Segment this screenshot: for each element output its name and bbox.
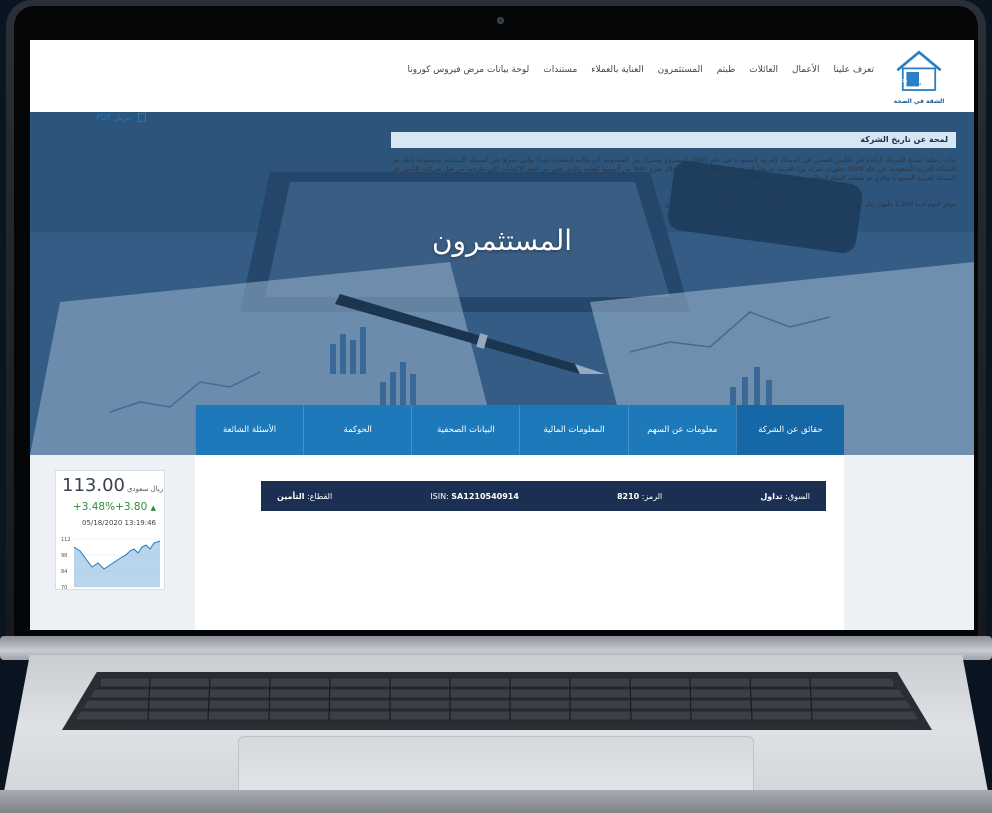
symbol-value: 8210	[616, 491, 640, 501]
tab-share-info[interactable]: معلومات عن السهم	[627, 405, 736, 455]
price-timestamp: 05/18/2020 13:19:46	[81, 519, 156, 527]
svg-text:Bupa: Bupa	[893, 78, 907, 84]
stock-price: ريال سعودي113.00	[62, 475, 163, 496]
tab-company-facts[interactable]: حقائق عن الشركة	[735, 405, 844, 455]
symbol-field: الرمز: 8210	[617, 492, 662, 501]
laptop-front-edge	[0, 790, 992, 813]
price-sparkline-chart: 112 98 84 70	[61, 537, 160, 589]
market-value: تداول	[760, 491, 783, 501]
market-label: السوق:	[785, 491, 810, 501]
house-logo-icon: Bupa بوبا	[893, 50, 942, 91]
up-arrow-icon: ▲	[150, 504, 156, 512]
keyboard-keys	[70, 676, 924, 728]
sector-value: التأمين	[277, 491, 305, 501]
main-nav: تعرف علينا الأعمال العائلات طبتم المستثم…	[408, 65, 874, 75]
brand-logo[interactable]: Bupa بوبا الشقة في الصحة	[892, 46, 946, 106]
stock-info-bar: السوق: تداول الرمز: 8210 ISIN: SA1210540…	[261, 481, 826, 511]
history-paragraph: بدأت رحلتنا لنصبح الشركة الرائدة في التأ…	[391, 157, 957, 182]
laptop-screen: Bupa بوبا الشقة في الصحة تعرف علينا الأع…	[30, 40, 974, 630]
nav-item-investors[interactable]: المستثمرون	[658, 65, 703, 75]
currency-label: ريال سعودي	[126, 485, 164, 493]
pdf-icon	[138, 113, 147, 122]
nav-item-families[interactable]: العائلات	[749, 65, 778, 75]
y-tick-70: 70	[61, 585, 67, 589]
nav-item-business[interactable]: الأعمال	[792, 65, 820, 75]
webcam	[497, 17, 504, 24]
tab-faq[interactable]: الأسئلة الشائعة	[194, 405, 303, 455]
y-tick-112: 112	[61, 537, 71, 543]
svg-text:بوبا: بوبا	[913, 80, 922, 87]
tab-press-releases[interactable]: البيانات الصحفية	[411, 405, 519, 455]
download-pdf-link[interactable]: تنزيل PDF	[96, 113, 147, 122]
stock-price-widget[interactable]: ريال سعودي113.00 +3.48%+3.80 ▲ 05/18/202…	[55, 470, 165, 590]
tab-governance[interactable]: الحوكمة	[303, 405, 411, 455]
nav-item-wellness[interactable]: طبتم	[717, 65, 736, 75]
symbol-label: الرمز:	[641, 491, 663, 501]
investor-tabs: حقائق عن الشركة معلومات عن السهم المعلوم…	[194, 405, 844, 455]
history-section-title: لمحة عن تاريخ الشركة	[391, 132, 956, 148]
market-field: السوق: تداول	[760, 492, 810, 501]
sector-label: القطاع:	[307, 491, 333, 501]
download-pdf-label: تنزيل PDF	[96, 113, 132, 122]
capital-paragraph: يتوفر اليوم لدينا 1,200 مليون ريال كرأس …	[663, 201, 956, 208]
tab-financial-info[interactable]: المعلومات المالية	[519, 405, 627, 455]
laptop-photo: Bupa بوبا الشقة في الصحة تعرف علينا الأع…	[0, 0, 992, 813]
isin-field: ISIN: SA1210540914	[430, 492, 519, 501]
nav-item-customer-care[interactable]: العناية بالعملاء	[591, 65, 643, 75]
site-header: Bupa بوبا الشقة في الصحة تعرف علينا الأع…	[30, 40, 974, 112]
isin-value: SA1210540914	[451, 491, 519, 501]
y-tick-98: 98	[61, 553, 67, 559]
logo-tagline: الشقة في الصحة	[893, 98, 945, 105]
price-change: +3.48%+3.80 ▲	[73, 501, 156, 513]
page-title: المستثمرون	[431, 224, 573, 257]
sector-field: القطاع: التأمين	[277, 492, 332, 501]
y-tick-84: 84	[61, 569, 67, 575]
nav-item-covid-dashboard[interactable]: لوحة بيانات مرض فيروس كورونا	[408, 65, 530, 75]
nav-item-documents[interactable]: مستندات	[543, 65, 577, 75]
content-card: السوق: تداول الرمز: 8210 ISIN: SA1210540…	[195, 455, 844, 630]
price-value: 113.00	[62, 475, 125, 496]
trackpad[interactable]	[238, 736, 754, 796]
isin-label: ISIN:	[430, 491, 449, 501]
change-value: +3.48%+3.80	[72, 501, 148, 513]
nav-item-about[interactable]: تعرف علينا	[833, 65, 874, 75]
